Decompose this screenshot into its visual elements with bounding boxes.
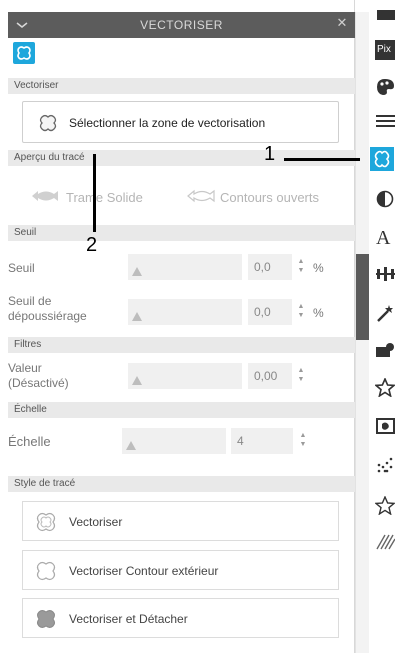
vectorise-shape-icon: [39, 114, 57, 132]
vectorise-tool-icon[interactable]: [13, 42, 35, 64]
vectoriser-label: Vectoriser: [69, 515, 123, 529]
annotation-line-1: [284, 158, 360, 161]
annotation-number-1: 1: [264, 143, 276, 165]
echelle-slider[interactable]: [122, 428, 226, 454]
right-toolbar: [369, 0, 395, 653]
pix-icon[interactable]: Pix: [375, 40, 395, 60]
slider-handle[interactable]: [126, 441, 136, 450]
contour-outline-icon: [36, 561, 56, 581]
select-zone-label: Sélectionner la zone de vectorisation: [69, 116, 266, 130]
depoussierage-label-line2: dépoussiérage: [8, 309, 87, 323]
scrollbar-thumb[interactable]: [356, 254, 370, 340]
magic-wand-icon[interactable]: [376, 304, 395, 323]
detach-filled-icon: [37, 610, 55, 628]
align-lines-icon[interactable]: [376, 114, 395, 128]
select-zone-button[interactable]: Sélectionner la zone de vectorisation: [22, 101, 339, 143]
distribute-icon[interactable]: [376, 266, 395, 282]
vectoriser-button[interactable]: Vectoriser: [22, 501, 339, 541]
vectoriser-contour-button[interactable]: Vectoriser Contour extérieur: [22, 550, 339, 590]
vectorise-toolbar-icon-active[interactable]: [370, 147, 394, 171]
panel-title: VECTORISER: [140, 18, 223, 32]
trame-solide-label: Trame Solide: [66, 190, 143, 205]
depoussierage-value-input[interactable]: 0,0: [248, 299, 292, 325]
vectorise-icon: [374, 150, 390, 168]
partial-top-icon[interactable]: [377, 10, 395, 20]
contrast-icon[interactable]: [376, 190, 394, 208]
section-filtres: Filtres: [8, 337, 355, 353]
depoussierage-unit: %: [313, 306, 324, 320]
seuil-slider[interactable]: [128, 254, 242, 280]
trame-solide-button[interactable]: Trame Solide: [22, 180, 172, 214]
vectoriser-contour-label: Vectoriser Contour extérieur: [69, 564, 219, 578]
depoussierage-label-line1: Seuil de: [8, 294, 52, 308]
palette-icon[interactable]: [376, 78, 395, 96]
seuil-unit: %: [313, 261, 324, 275]
annotation-number-2: 2: [86, 234, 98, 256]
vectorise-outline-icon: [36, 512, 56, 532]
slider-handle[interactable]: [132, 376, 142, 385]
hatch-icon[interactable]: [376, 534, 395, 550]
valeur-label-line2: (Désactivé): [8, 376, 69, 390]
seuil-spinner[interactable]: ▲ ▼: [297, 257, 305, 277]
slider-handle[interactable]: [132, 267, 142, 276]
annotation-line-2: [93, 154, 96, 232]
panel-scrollbar[interactable]: [355, 12, 370, 653]
echelle-spinner[interactable]: ▲ ▼: [299, 431, 307, 451]
echelle-label: Échelle: [8, 434, 51, 449]
fish-outline-icon: [187, 189, 215, 203]
echelle-value-input[interactable]: 4: [231, 428, 293, 454]
panel-title-bar: VECTORISER ✕: [8, 12, 355, 38]
valeur-spinner[interactable]: ▲ ▼: [297, 366, 305, 386]
valeur-label-line1: Valeur: [8, 361, 42, 375]
depoussierage-slider[interactable]: [128, 299, 242, 325]
close-icon[interactable]: ✕: [335, 16, 349, 30]
star-icon[interactable]: [375, 496, 395, 515]
seuil-label: Seuil: [8, 261, 35, 275]
section-seuil: Seuil: [8, 225, 355, 241]
section-echelle: Échelle: [8, 402, 355, 418]
vectoriser-detacher-button[interactable]: Vectoriser et Détacher: [22, 598, 339, 638]
seuil-value-input[interactable]: 0,0: [248, 254, 292, 280]
star-outline-icon[interactable]: [375, 378, 395, 397]
vectoriser-detacher-label: Vectoriser et Détacher: [69, 612, 188, 626]
fill-shape-icon[interactable]: [376, 342, 395, 358]
valeur-slider[interactable]: [128, 363, 242, 389]
contours-ouverts-button[interactable]: Contours ouverts: [180, 180, 336, 214]
valeur-value-input[interactable]: 0,00: [248, 363, 292, 389]
slider-handle[interactable]: [132, 312, 142, 321]
dots-pattern-icon[interactable]: [376, 456, 395, 474]
text-tool-icon[interactable]: A: [376, 227, 390, 250]
section-style: Style de tracé: [8, 476, 355, 492]
contours-ouverts-label: Contours ouverts: [220, 190, 319, 205]
section-vectoriser: Vectoriser: [8, 78, 355, 94]
fish-solid-icon: [32, 191, 58, 201]
depoussierage-spinner[interactable]: ▲ ▼: [297, 302, 305, 322]
frame-icon[interactable]: [376, 418, 395, 436]
